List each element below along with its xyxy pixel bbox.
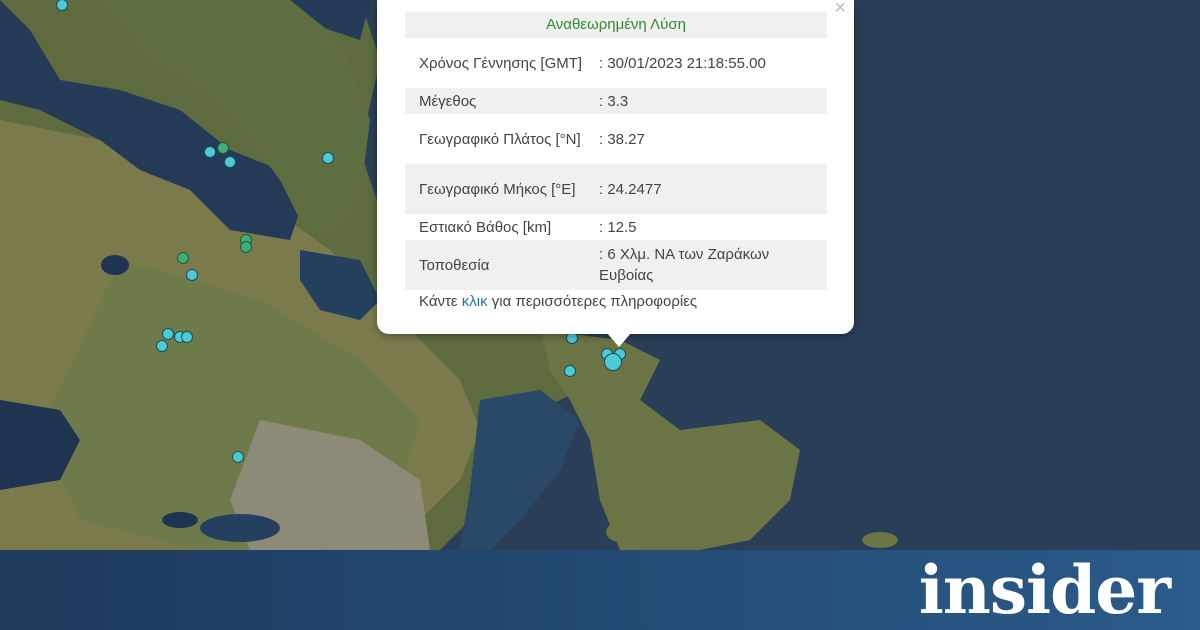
earthquake-marker[interactable]	[224, 156, 236, 168]
row-label: Τοποθεσία	[419, 256, 490, 274]
more-info-prefix: Κάντε	[419, 293, 462, 310]
row-value: : 3.3	[599, 92, 629, 110]
earthquake-marker[interactable]	[181, 331, 193, 343]
close-button[interactable]: ×	[834, 0, 846, 18]
row-label: Χρόνος Γέννησης [GMT]	[419, 54, 583, 72]
info-table: Χρόνος Γέννησης [GMT] : 30/01/2023 21:18…	[405, 38, 827, 290]
earthquake-marker[interactable]	[162, 328, 174, 340]
popup-pointer	[607, 333, 631, 347]
earthquake-marker[interactable]	[156, 340, 168, 352]
row-label: Εστιακό Βάθος [km]	[419, 218, 552, 236]
table-row: Χρόνος Γέννησης [GMT] : 30/01/2023 21:18…	[405, 38, 827, 88]
selected-earthquake-marker[interactable]	[604, 353, 622, 371]
more-info-link[interactable]: κλικ	[462, 293, 488, 310]
more-info-note: Κάντε κλικ για περισσότερες πληροφορίες	[419, 293, 697, 310]
earthquake-marker[interactable]	[204, 146, 216, 158]
row-label: Γεωγραφικό Μήκος [°E]	[419, 180, 576, 198]
row-label: Μέγεθος	[419, 92, 477, 110]
earthquake-marker[interactable]	[186, 269, 198, 281]
table-row: Εστιακό Βάθος [km] : 12.5	[405, 214, 827, 240]
earthquake-marker[interactable]	[240, 241, 252, 253]
insider-logo: insider	[918, 551, 1171, 629]
brand-banner: insider	[0, 550, 1200, 630]
row-value: : 6 Χλμ. ΝΑ των Ζαράκων Ευβοίας	[599, 246, 770, 284]
row-value: : 30/01/2023 21:18:55.00	[599, 54, 766, 72]
row-value: : 38.27	[599, 130, 645, 148]
table-row: Γεωγραφικό Μήκος [°E] : 24.2477	[405, 164, 827, 214]
row-value: : 24.2477	[599, 180, 662, 198]
more-info-suffix: για περισσότερες πληροφορίες	[487, 293, 698, 310]
table-row: Μέγεθος : 3.3	[405, 88, 827, 114]
earthquake-marker[interactable]	[177, 252, 189, 264]
popup-title: Αναθεωρημένη Λύση	[405, 12, 827, 38]
row-label: Γεωγραφικό Πλάτος [°N]	[419, 130, 581, 148]
earthquake-marker[interactable]	[232, 451, 244, 463]
row-value: : 12.5	[599, 218, 637, 236]
table-row: Τοποθεσία : 6 Χλμ. ΝΑ των Ζαράκων Ευβοία…	[405, 240, 827, 290]
earthquake-marker[interactable]	[217, 142, 229, 154]
table-row: Γεωγραφικό Πλάτος [°N] : 38.27	[405, 114, 827, 164]
earthquake-marker[interactable]	[322, 152, 334, 164]
earthquake-marker[interactable]	[564, 365, 576, 377]
earthquake-info-popup: × Αναθεωρημένη Λύση Χρόνος Γέννησης [GMT…	[377, 0, 854, 334]
